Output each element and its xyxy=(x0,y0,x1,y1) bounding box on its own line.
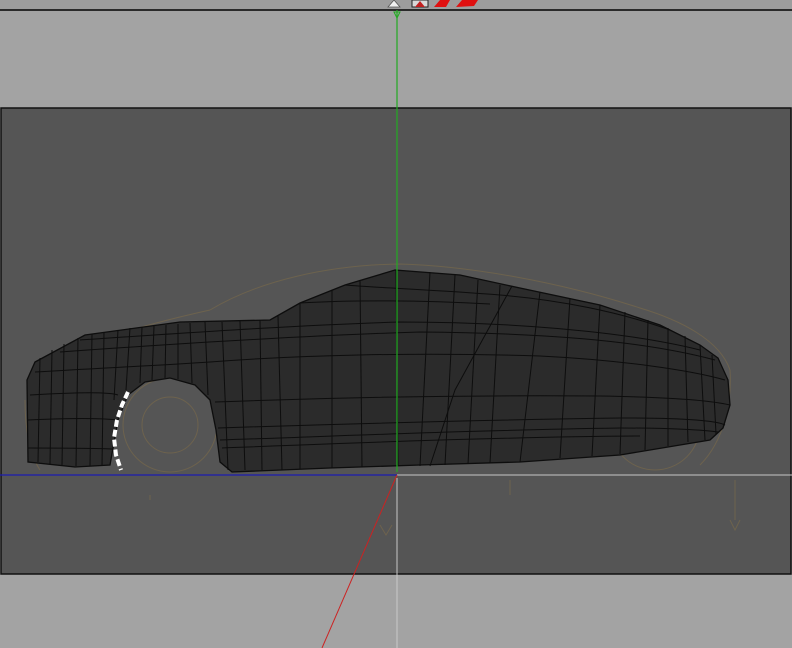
3d-viewport[interactable] xyxy=(0,0,792,648)
viewport-canvas[interactable] xyxy=(0,0,792,648)
